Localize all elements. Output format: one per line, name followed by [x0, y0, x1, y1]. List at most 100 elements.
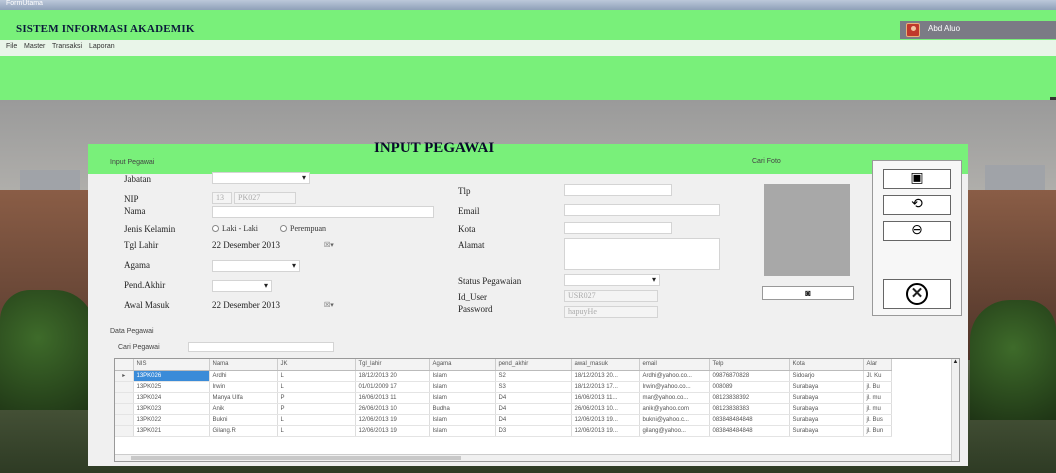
table-cell[interactable]: 13PK021: [133, 425, 210, 437]
grid-horizontal-scrollbar[interactable]: [115, 454, 951, 461]
col-header[interactable]: Nama: [209, 359, 278, 371]
agama-select[interactable]: [212, 260, 300, 272]
table-cell[interactable]: jl. mu: [863, 403, 892, 415]
table-row[interactable]: 13PK022 Bukni L 12/06/2013 19 Islam D4 12/06/2…: [115, 414, 892, 426]
table-cell[interactable]: D4: [495, 403, 572, 415]
table-cell[interactable]: 18/12/2013 20...: [571, 370, 640, 382]
table-cell[interactable]: 18/12/2013 17...: [571, 381, 640, 393]
table-cell[interactable]: gilang@yahoo...: [639, 425, 710, 437]
col-header[interactable]: Telp: [709, 359, 790, 371]
table-cell[interactable]: L: [277, 370, 356, 382]
table-cell[interactable]: 12/06/2013 19...: [571, 414, 640, 426]
table-cell[interactable]: anik@yahoo.com: [639, 403, 710, 415]
col-header[interactable]: NIS: [133, 359, 210, 371]
email-field[interactable]: [564, 204, 720, 216]
table-cell[interactable]: Anik: [209, 403, 278, 415]
table-cell[interactable]: jl. mu: [863, 392, 892, 404]
table-cell[interactable]: Jl. Ku: [863, 370, 892, 382]
table-cell[interactable]: D3: [495, 425, 572, 437]
alamat-textarea[interactable]: [564, 238, 720, 270]
table-cell[interactable]: 12/06/2013 19...: [571, 425, 640, 437]
table-cell[interactable]: bukni@yahoo.c...: [639, 414, 710, 426]
tgl-lahir-calendar-button[interactable]: ☒▾: [324, 241, 334, 249]
col-header[interactable]: pend_akhir: [495, 359, 572, 371]
table-cell[interactable]: Surabaya: [789, 392, 864, 404]
row-selector[interactable]: [115, 381, 134, 393]
table-cell[interactable]: 26/06/2013 10...: [571, 403, 640, 415]
radio-perempuan[interactable]: Perempuan: [280, 224, 326, 233]
table-cell[interactable]: Islam: [429, 414, 496, 426]
table-cell[interactable]: 083848484848: [709, 425, 790, 437]
table-cell[interactable]: 083848484848: [709, 414, 790, 426]
menu-transaksi[interactable]: Transaksi: [52, 43, 82, 50]
refresh-button[interactable]: ⟲: [883, 195, 951, 215]
table-cell[interactable]: 008089: [709, 381, 790, 393]
table-cell[interactable]: Surabaya: [789, 403, 864, 415]
tgl-lahir-date[interactable]: 22 Desember 2013: [212, 240, 280, 250]
status-pegawai-select[interactable]: [564, 274, 660, 286]
table-cell[interactable]: Islam: [429, 392, 496, 404]
search-pegawai-input[interactable]: [188, 342, 334, 352]
table-cell[interactable]: Ardhi: [209, 370, 278, 382]
menu-file[interactable]: File: [6, 43, 17, 50]
row-selector[interactable]: [115, 425, 134, 437]
table-cell[interactable]: Surabaya: [789, 414, 864, 426]
table-cell[interactable]: 13PK024: [133, 392, 210, 404]
table-cell[interactable]: L: [277, 381, 356, 393]
table-cell[interactable]: Gilang.R: [209, 425, 278, 437]
col-header[interactable]: Agama: [429, 359, 496, 371]
table-row[interactable]: 13PK023 Anik P 26/06/2013 10 Budha D4 26/06/20…: [115, 403, 892, 415]
table-cell[interactable]: Budha: [429, 403, 496, 415]
delete-button[interactable]: ⊖: [883, 221, 951, 241]
table-cell[interactable]: P: [277, 392, 356, 404]
table-cell[interactable]: S2: [495, 370, 572, 382]
table-cell[interactable]: 08123838392: [709, 392, 790, 404]
table-cell[interactable]: 09876870828: [709, 370, 790, 382]
browse-photo-button[interactable]: ◙: [762, 286, 854, 300]
table-row[interactable]: ▸ 13PK026 Ardhi L 18/12/2013 20 Islam S2 18/12/…: [115, 370, 892, 382]
save-button[interactable]: ▣: [883, 169, 951, 189]
col-header[interactable]: Alar: [863, 359, 892, 371]
table-cell[interactable]: 12/06/2013 19: [355, 414, 430, 426]
pegawai-grid[interactable]: NIS Nama JK Tgl_lahir Agama pend_akhir a…: [114, 358, 960, 462]
table-cell[interactable]: 12/06/2013 19: [355, 425, 430, 437]
table-cell[interactable]: 16/06/2013 11...: [571, 392, 640, 404]
table-cell[interactable]: 13PK026: [133, 370, 210, 382]
table-cell[interactable]: Surabaya: [789, 425, 864, 437]
table-cell[interactable]: Irwin: [209, 381, 278, 393]
table-cell[interactable]: Sidoarjo: [789, 370, 864, 382]
close-button[interactable]: ✕: [883, 279, 951, 309]
table-cell[interactable]: Irwin@yahoo.co...: [639, 381, 710, 393]
col-header[interactable]: Kota: [789, 359, 864, 371]
row-selector[interactable]: [115, 392, 134, 404]
table-cell[interactable]: jl. Bu: [863, 381, 892, 393]
awal-masuk-date[interactable]: 22 Desember 2013: [212, 300, 280, 310]
table-cell[interactable]: 13PK022: [133, 414, 210, 426]
col-header[interactable]: JK: [277, 359, 356, 371]
table-cell[interactable]: 08123838383: [709, 403, 790, 415]
radio-laki-laki[interactable]: Laki - Laki: [212, 224, 258, 233]
table-cell[interactable]: 01/01/2009 17: [355, 381, 430, 393]
table-cell[interactable]: Ardhi@yahoo.co...: [639, 370, 710, 382]
jabatan-select[interactable]: [212, 172, 310, 184]
table-cell[interactable]: L: [277, 425, 356, 437]
telp-field[interactable]: [564, 184, 672, 196]
table-cell[interactable]: 26/06/2013 10: [355, 403, 430, 415]
table-cell[interactable]: jl. Bus: [863, 414, 892, 426]
table-row[interactable]: 13PK025 Irwin L 01/01/2009 17 Islam S3 18/12/2…: [115, 381, 892, 393]
table-cell[interactable]: P: [277, 403, 356, 415]
menu-master[interactable]: Master: [24, 43, 45, 50]
table-cell[interactable]: Islam: [429, 370, 496, 382]
table-cell[interactable]: Manya Ulfa: [209, 392, 278, 404]
table-cell[interactable]: Islam: [429, 425, 496, 437]
table-cell[interactable]: Bukni: [209, 414, 278, 426]
table-cell[interactable]: 13PK025: [133, 381, 210, 393]
row-selector[interactable]: ▸: [115, 370, 134, 382]
col-header[interactable]: Tgl_lahir: [355, 359, 430, 371]
table-cell[interactable]: Islam: [429, 381, 496, 393]
hscroll-thumb[interactable]: [131, 456, 461, 460]
awal-masuk-calendar-button[interactable]: ☒▾: [324, 301, 334, 309]
table-cell[interactable]: 16/06/2013 11: [355, 392, 430, 404]
col-header[interactable]: email: [639, 359, 710, 371]
row-selector[interactable]: [115, 414, 134, 426]
